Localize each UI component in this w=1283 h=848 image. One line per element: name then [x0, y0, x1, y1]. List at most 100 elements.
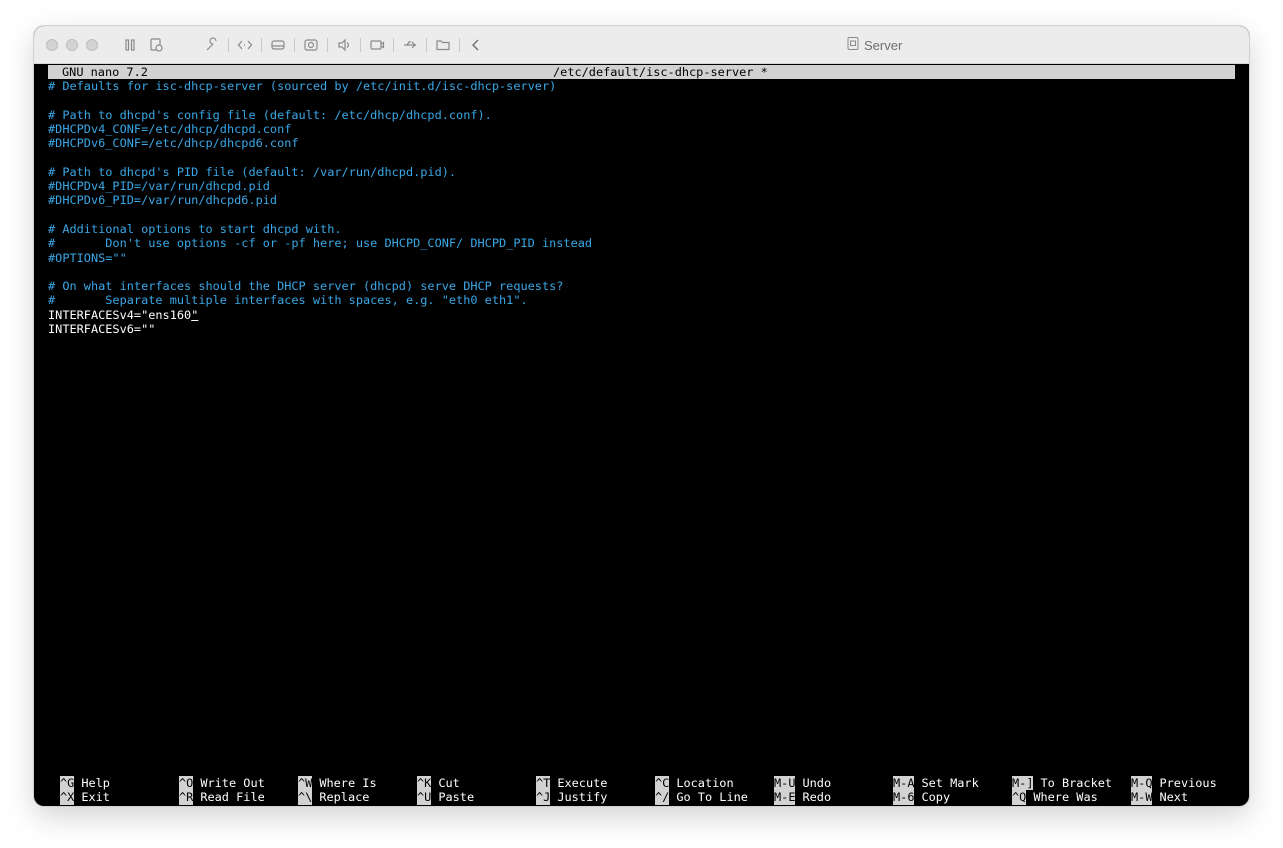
editor-line-text: # Path to dhcpd's config file (default: …	[48, 107, 492, 122]
shortcut-label: Cut	[438, 776, 460, 790]
editor-line[interactable]: #DHCPDv6_PID=/var/run/dhcpd6.pid	[48, 193, 592, 207]
editor-line[interactable]: INTERFACESv6=""	[48, 322, 592, 336]
shortcut-item[interactable]: M-W Next	[1131, 790, 1189, 805]
editor-line-text: # Defaults for isc-dhcp-server (sourced …	[48, 79, 557, 93]
editor-line-text: # Path to dhcpd's PID file (default: /va…	[48, 164, 457, 179]
editor-line[interactable]	[48, 265, 592, 279]
shortcut-label: Exit	[81, 790, 110, 805]
shortcut-item[interactable]: ^U Paste	[417, 790, 474, 805]
editor-line-text: INTERFACESv6=""	[48, 322, 156, 337]
nano-shortcut-bar: ^G Help ^O Write Out ^W Where Is ^K Cut ^T Execut…	[48, 776, 1235, 806]
toolbar	[120, 35, 492, 55]
shortcut-label: Where Was	[1033, 790, 1098, 805]
editor-line[interactable]	[48, 150, 592, 164]
code-arrows-icon[interactable]	[235, 35, 255, 55]
shortcut-key: M-A	[893, 776, 915, 791]
shortcut-item[interactable]: ^X Exit	[60, 790, 110, 805]
shortcut-label: Replace	[319, 790, 370, 805]
nano-version: GNU nano 7.2	[62, 65, 148, 79]
shortcut-label: Copy	[921, 790, 951, 805]
snapshot-icon[interactable]	[146, 35, 166, 55]
shortcut-label: Undo	[802, 776, 832, 790]
editor-buffer[interactable]: # Defaults for isc-dhcp-server (sourced …	[48, 79, 592, 336]
shortcut-label: Go To Line	[676, 790, 748, 805]
camera-icon[interactable]	[301, 35, 321, 55]
shortcut-key: ^R	[179, 790, 194, 805]
editor-line-text: # Additional options to start dhcpd with…	[48, 221, 342, 236]
editor-line[interactable]: #DHCPDv4_PID=/var/run/dhcpd.pid	[48, 179, 592, 193]
shortcut-item[interactable]: M-Q Previous	[1131, 776, 1217, 791]
editor-line[interactable]: # Path to dhcpd's PID file (default: /va…	[48, 165, 592, 179]
editor-line[interactable]: INTERFACESv4="ens160"	[48, 308, 592, 322]
shortcut-item[interactable]: ^J Justify	[536, 790, 608, 805]
shortcut-label: Previous	[1159, 776, 1217, 790]
editor-line[interactable]	[48, 208, 592, 222]
shortcut-item[interactable]: M-6 Copy	[893, 790, 951, 805]
close-window-button[interactable]	[46, 39, 58, 51]
editor-line-text: INTERFACESv4="ens160	[48, 307, 192, 322]
shortcut-key: ^C	[655, 776, 670, 791]
shortcut-label: Where Is	[319, 776, 377, 790]
shortcut-key: M-6	[893, 790, 915, 805]
shortcut-item[interactable]: ^R Read File	[179, 790, 265, 805]
shortcut-key: ^U	[417, 790, 432, 805]
shortcut-item[interactable]: M-] To Bracket	[1012, 776, 1113, 791]
shortcut-item[interactable]: ^C Location	[655, 776, 734, 791]
shortcut-row-2: ^X Exit ^R Read File ^\ Replace ^U Paste ^J Justi…	[48, 790, 1235, 805]
shortcut-item[interactable]: ^/ Go To Line	[655, 790, 748, 805]
vm-document-icon	[847, 37, 859, 53]
shortcut-key: ^K	[417, 776, 432, 791]
shortcut-item[interactable]: ^\ Replace	[298, 790, 370, 805]
editor-line[interactable]	[48, 93, 592, 107]
shortcut-label: Set Mark	[921, 776, 979, 790]
display-icon[interactable]	[367, 35, 387, 55]
shortcut-label: To Bracket	[1040, 776, 1113, 790]
usb-icon[interactable]	[400, 35, 420, 55]
shortcut-item[interactable]: ^G Help	[60, 776, 110, 791]
shortcut-label: Write Out	[200, 776, 265, 790]
minimize-window-button[interactable]	[66, 39, 78, 51]
settings-wrench-icon[interactable]	[202, 35, 222, 55]
shared-folder-icon[interactable]	[433, 35, 453, 55]
editor-line[interactable]: #DHCPDv6_CONF=/etc/dhcp/dhcpd6.conf	[48, 136, 592, 150]
terminal-screen[interactable]: GNU nano 7.2 /etc/default/isc-dhcp-serve…	[46, 64, 1237, 806]
shortcut-item[interactable]: ^Q Where Was	[1012, 790, 1098, 805]
editor-line[interactable]: # Defaults for isc-dhcp-server (sourced …	[48, 79, 592, 93]
shortcut-item[interactable]: ^K Cut	[417, 776, 460, 791]
hard-disk-icon[interactable]	[268, 35, 288, 55]
shortcut-item[interactable]: ^T Execute	[536, 776, 608, 791]
editor-line[interactable]: # Separate multiple interfaces with spac…	[48, 293, 592, 307]
shortcut-label: Read File	[200, 790, 265, 805]
editor-line[interactable]: # On what interfaces should the DHCP ser…	[48, 279, 592, 293]
editor-line[interactable]: # Don't use options -cf or -pf here; use…	[48, 236, 592, 250]
editor-line-text: #DHCPDv6_PID=/var/run/dhcpd6.pid	[48, 193, 278, 208]
shortcut-item[interactable]: M-E Redo	[774, 790, 831, 805]
editor-line[interactable]: # Additional options to start dhcpd with…	[48, 222, 592, 236]
editor-line[interactable]: #DHCPDv4_CONF=/etc/dhcp/dhcpd.conf	[48, 122, 592, 136]
pause-icon[interactable]	[120, 35, 140, 55]
editor-line[interactable]: # Path to dhcpd's config file (default: …	[48, 108, 592, 122]
back-chevron-icon[interactable]	[466, 35, 486, 55]
window-title: Server	[847, 37, 902, 53]
text-cursor: "	[191, 307, 199, 322]
shortcut-key: M-]	[1012, 776, 1034, 791]
shortcut-item[interactable]: M-A Set Mark	[893, 776, 979, 791]
zoom-window-button[interactable]	[86, 39, 98, 51]
window-titlebar: Server	[34, 26, 1249, 64]
shortcut-item[interactable]: ^O Write Out	[179, 776, 265, 791]
shortcut-row-1: ^G Help ^O Write Out ^W Where Is ^K Cut ^T Execut…	[48, 776, 1235, 791]
shortcut-label: Execute	[557, 776, 608, 790]
editor-line-text: # Don't use options -cf or -pf here; use…	[48, 236, 593, 251]
shortcut-key: M-E	[774, 790, 796, 805]
shortcut-item[interactable]: ^W Where Is	[298, 776, 377, 791]
shortcut-label: Next	[1159, 790, 1189, 805]
shortcut-label: Location	[676, 776, 734, 790]
shortcut-label: Justify	[557, 790, 608, 805]
shortcut-key: ^X	[60, 790, 75, 805]
editor-line-text: #DHCPDv4_PID=/var/run/dhcpd.pid	[48, 179, 270, 194]
nano-title-bar: GNU nano 7.2 /etc/default/isc-dhcp-serve…	[48, 65, 1235, 79]
editor-line[interactable]: #OPTIONS=""	[48, 251, 592, 265]
sound-icon[interactable]	[334, 35, 354, 55]
shortcut-item[interactable]: M-U Undo	[774, 776, 832, 791]
shortcut-label: Help	[81, 776, 110, 790]
